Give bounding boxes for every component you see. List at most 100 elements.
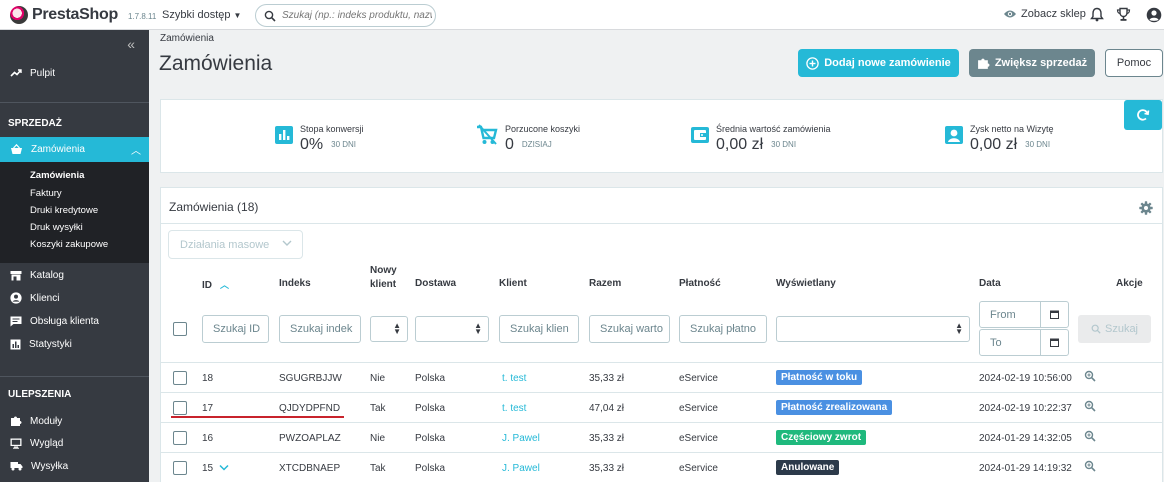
cell-new-client: Tak: [370, 403, 386, 414]
cell-reference: PWZOAPLAZ: [279, 433, 341, 444]
refresh-kpi-button[interactable]: [1124, 100, 1162, 130]
prestashop-logo[interactable]: PrestaShop: [10, 6, 118, 24]
cell-date: 2024-01-29 14:32:05: [979, 433, 1072, 444]
column-label: klient: [370, 279, 397, 290]
kpi-period: 30 DNI: [771, 140, 797, 150]
table-row[interactable]: 16 PWZOAPLAZ Nie Polska J. Pawel 35,33 z…: [161, 422, 1162, 452]
status-badge[interactable]: Płatność w toku: [776, 370, 863, 385]
view-order-icon[interactable]: [1084, 460, 1096, 472]
column-header-status[interactable]: Wyświetlany: [776, 278, 836, 289]
sidebar-item-design[interactable]: Wygląd: [0, 432, 149, 454]
bell-icon[interactable]: [1090, 7, 1104, 22]
kpi-label: Porzucone koszyki: [505, 124, 581, 134]
kpi-net-profit[interactable]: Zysk netto na Wizytę 0,00 zł 30 DNI: [944, 124, 1054, 154]
filter-id-input[interactable]: [202, 315, 269, 343]
table-row[interactable]: 15 XTCDBNAEP Tak Polska J. Pawel 35,33 z…: [161, 452, 1162, 482]
sidebar-item-orders[interactable]: Zamówienia ︿: [0, 137, 149, 162]
see-shop-link[interactable]: Zobacz sklep: [1003, 8, 1086, 20]
sidebar-item-customers[interactable]: Klienci: [0, 287, 149, 309]
column-header-id[interactable]: ID ︿: [202, 278, 229, 291]
add-order-label: Dodaj nowe zamówienie: [824, 57, 951, 69]
filter-date-to[interactable]: To: [979, 329, 1069, 356]
filter-date-from[interactable]: From: [979, 301, 1069, 328]
sidebar-item-dashboard[interactable]: Pulpit: [0, 62, 149, 84]
column-header-delivery[interactable]: Dostawa: [415, 278, 456, 289]
column-header-payment[interactable]: Płatność: [679, 278, 721, 289]
sort-ascending-icon[interactable]: ︿: [220, 280, 229, 290]
user-circle-icon: [10, 292, 22, 304]
status-badge[interactable]: Płatność zrealizowana: [776, 400, 893, 415]
sidebar-subitem-carts[interactable]: Koszyki zakupowe: [30, 239, 108, 250]
account-icon[interactable]: [1146, 7, 1162, 23]
row-checkbox[interactable]: [173, 401, 187, 415]
collapse-sidebar-icon[interactable]: «: [127, 36, 135, 52]
select-arrows-icon: ▲ ▼: [393, 321, 401, 336]
row-checkbox[interactable]: [173, 461, 187, 475]
row-checkbox[interactable]: [173, 431, 187, 445]
kpi-average-order[interactable]: Średnia wartość zamówienia 0,00 zł 30 DNI: [690, 124, 831, 154]
sidebar-subitem-credit-slips[interactable]: Druki kredytowe: [30, 205, 98, 216]
help-button[interactable]: Pomoc: [1105, 49, 1163, 77]
column-header-reference[interactable]: Indeks: [279, 278, 311, 289]
sidebar-subitem-orders[interactable]: Zamówienia: [30, 170, 84, 181]
calendar-icon[interactable]: [1040, 302, 1068, 327]
status-badge[interactable]: Anulowane: [776, 460, 840, 475]
filter-new-client-select[interactable]: ▲ ▼: [370, 316, 408, 342]
add-order-button[interactable]: Dodaj nowe zamówienie: [798, 49, 959, 77]
cell-customer-link[interactable]: t. test: [502, 403, 526, 414]
cell-customer-link[interactable]: J. Pawel: [502, 463, 540, 474]
header-search-input[interactable]: [282, 8, 432, 23]
filter-reference-input[interactable]: [279, 315, 361, 343]
increase-sales-button[interactable]: Zwiększ sprzedaż: [969, 49, 1095, 77]
chevron-down-icon[interactable]: [219, 464, 229, 471]
quick-access-menu[interactable]: Szybki dostęp ▼: [162, 9, 241, 21]
header-search[interactable]: [255, 4, 436, 27]
sidebar-item-stats[interactable]: Statystyki: [0, 333, 149, 355]
table-row[interactable]: 18 SGUGRBJJW Nie Polska t. test 35,33 zł…: [161, 362, 1162, 392]
gear-icon[interactable]: [1139, 201, 1153, 215]
bulk-actions-dropdown[interactable]: Działania masowe: [168, 230, 303, 259]
trophy-icon[interactable]: [1116, 7, 1131, 22]
filter-status-select[interactable]: ▲ ▼: [776, 316, 970, 342]
breadcrumb[interactable]: Zamówienia: [160, 33, 214, 44]
orders-panel-header: Zamówienia (18): [161, 188, 1162, 224]
sidebar-subitem-invoices[interactable]: Faktury: [30, 188, 62, 199]
annotation-underline: [171, 416, 344, 418]
filter-total-input[interactable]: [589, 315, 670, 343]
column-header-new-client[interactable]: Nowy klient: [370, 264, 397, 292]
cell-customer-link[interactable]: J. Pawel: [502, 433, 540, 444]
column-header-total[interactable]: Razem: [589, 278, 621, 289]
cell-total: 35,33 zł: [589, 373, 625, 384]
sidebar-item-customer-service[interactable]: Obsługa klienta: [0, 310, 149, 332]
calendar-icon[interactable]: [1040, 330, 1068, 355]
prestashop-logo-icon: [10, 6, 28, 24]
sidebar-item-catalog[interactable]: Katalog: [0, 264, 149, 286]
sidebar-subitem-delivery-slips[interactable]: Druk wysyłki: [30, 222, 83, 233]
filter-delivery-select[interactable]: ▲ ▼: [415, 316, 489, 342]
cell-delivery: Polska: [415, 373, 446, 384]
sidebar-label: Wygląd: [30, 437, 64, 449]
caret-down-icon: ▼: [233, 11, 242, 20]
status-badge[interactable]: Częściowy zwrot: [776, 430, 867, 445]
cell-date: 2024-01-29 14:19:32: [979, 463, 1072, 474]
kpi-abandoned-carts[interactable]: Porzucone koszyki 0 DZISIAJ: [475, 124, 580, 154]
filter-search-button[interactable]: Szukaj: [1078, 315, 1151, 343]
view-order-icon[interactable]: [1084, 370, 1096, 382]
cell-new-client: Nie: [370, 373, 386, 384]
filter-payment-input[interactable]: [679, 315, 767, 343]
column-header-customer[interactable]: Klient: [499, 278, 527, 289]
row-checkbox[interactable]: [173, 371, 187, 385]
sidebar-item-shipping[interactable]: Wysyłka: [0, 455, 149, 477]
kpi-conversion[interactable]: Stopa konwersji 0% 30 DNI: [274, 124, 364, 154]
orders-panel-title: Zamówienia (18): [169, 200, 259, 214]
sidebar-item-modules[interactable]: Moduły: [0, 410, 149, 432]
quick-access-label: Szybki dostęp: [162, 9, 231, 21]
select-all-checkbox[interactable]: [173, 322, 187, 336]
view-order-icon[interactable]: [1084, 400, 1096, 412]
cell-reference: QJDYDPFND: [279, 403, 341, 414]
filter-customer-input[interactable]: [499, 315, 579, 343]
view-order-icon[interactable]: [1084, 430, 1096, 442]
cell-customer-link[interactable]: t. test: [502, 373, 526, 384]
column-header-actions: Akcje: [1116, 278, 1143, 289]
column-header-date[interactable]: Data: [979, 278, 1001, 289]
